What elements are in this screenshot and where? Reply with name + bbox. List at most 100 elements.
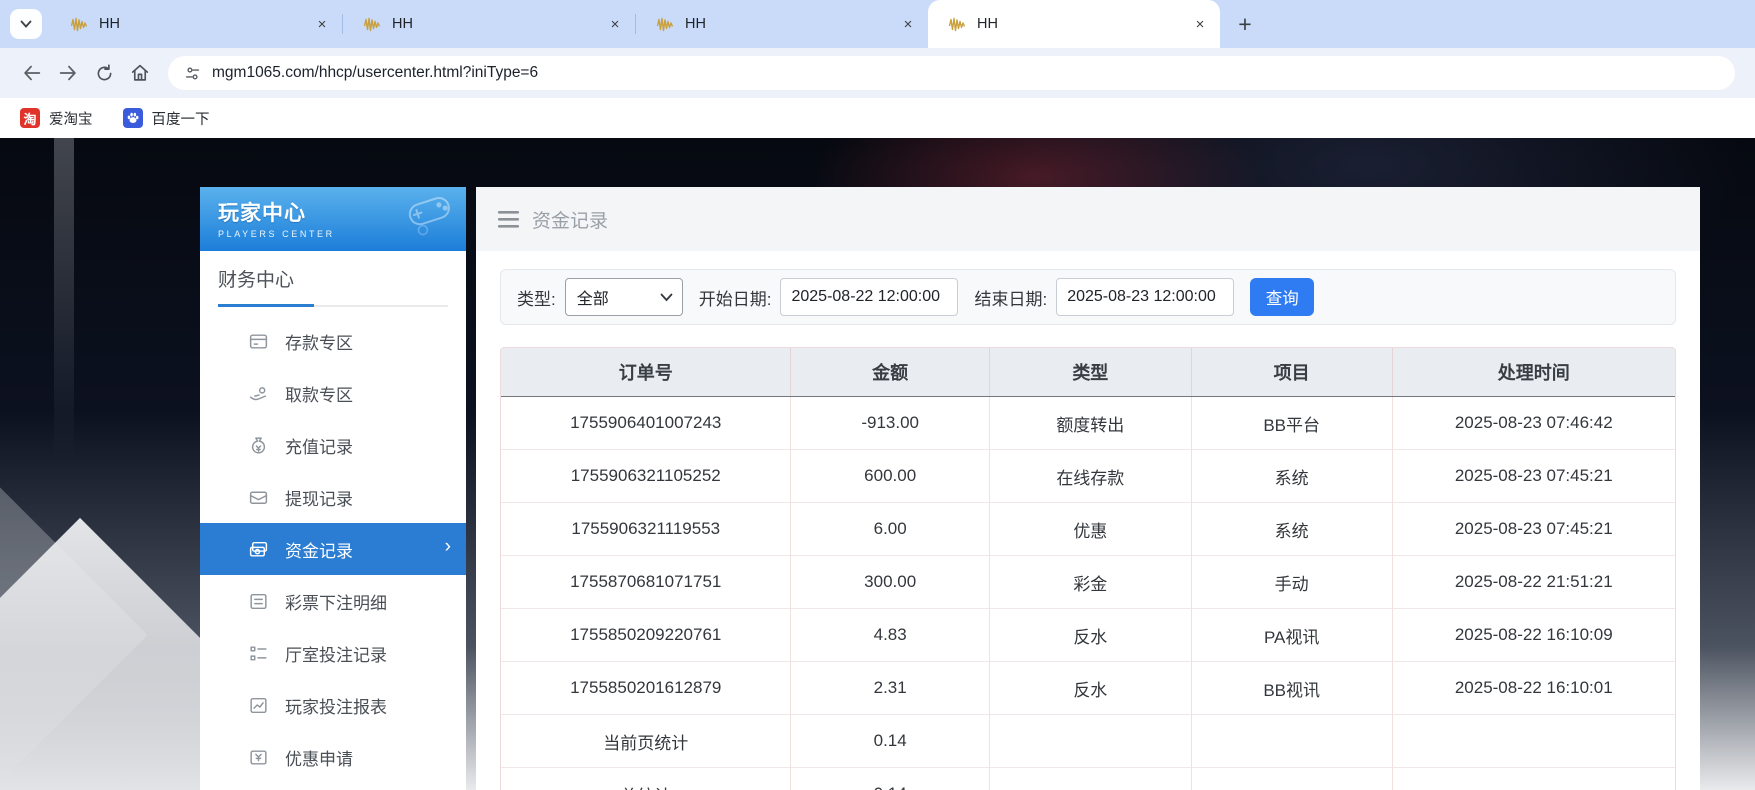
browser-tab-1[interactable]: HH× — [50, 0, 342, 48]
bookmark-baidu[interactable]: 百度一下 — [123, 108, 210, 129]
cell-item: 手动 — [1191, 556, 1392, 609]
chart-report-icon — [248, 695, 269, 716]
table-row: 1755906321105252600.00在线存款系统2025-08-23 0… — [501, 450, 1675, 503]
taobao-icon: 淘 — [20, 108, 40, 128]
home-button[interactable] — [122, 56, 158, 90]
type-select-value: 全部 — [577, 285, 609, 309]
sidebar-item-recharge-records[interactable]: 充值记录 — [200, 419, 466, 471]
forward-button[interactable] — [50, 56, 86, 90]
sidebar-item-deposit-zone[interactable]: 存款专区 — [200, 315, 466, 367]
sidebar-item-withdrawal-records[interactable]: 提现记录 — [200, 471, 466, 523]
site-favicon-icon — [363, 17, 382, 32]
cell-time: 2025-08-22 16:10:09 — [1392, 609, 1675, 662]
cell-item: PA视讯 — [1191, 609, 1392, 662]
table-row: 17558502016128792.31反水BB视讯2025-08-22 16:… — [501, 662, 1675, 715]
sidebar-item-label: 取款专区 — [285, 381, 353, 406]
site-favicon-icon — [70, 17, 89, 32]
tab-title: HH — [392, 16, 605, 32]
summary-row: 当前页统计0.14 — [501, 715, 1675, 768]
moneybag-icon — [248, 435, 269, 456]
sidebar-item-hall-bet-records[interactable]: 厅室投注记录 — [200, 627, 466, 679]
sidebar-item-label: 玩家投注报表 — [285, 693, 387, 718]
cell-item: BB平台 — [1191, 397, 1392, 450]
back-button[interactable] — [14, 56, 50, 90]
end-date-input[interactable] — [1056, 278, 1234, 316]
main-header: 资金记录 — [476, 187, 1700, 251]
cell-amount: 6.00 — [791, 503, 989, 556]
address-bar[interactable]: mgm1065.com/hhcp/usercenter.html?iniType… — [168, 56, 1735, 90]
sidebar-banner: 玩家中心 PLAYERS CENTER — [200, 187, 466, 251]
browser-toolbar: mgm1065.com/hhcp/usercenter.html?iniType… — [0, 48, 1755, 98]
bookmark-label: 爱淘宝 — [49, 108, 93, 129]
bookmark-aitaobao[interactable]: 淘 爱淘宝 — [20, 108, 93, 129]
tab-close-icon[interactable]: × — [312, 14, 332, 34]
browser-tab-3[interactable]: HH× — [636, 0, 928, 48]
filter-bar: 类型: 全部 开始日期: 结束日期: 查询 — [500, 269, 1676, 325]
sidebar-item-lottery-bet-details[interactable]: 彩票下注明细 — [200, 575, 466, 627]
sidebar-section: 财务中心 — [200, 251, 466, 307]
browser-tabs: HH×HH×HH×HH× — [50, 0, 1220, 48]
summary-row: 总统计0.14 — [501, 768, 1675, 790]
browser-tab-2[interactable]: HH× — [343, 0, 635, 48]
deposit-card-icon — [248, 331, 269, 352]
player-center-sidebar: 玩家中心 PLAYERS CENTER 财务中心 存款专区取款专区充值记录提现记… — [200, 187, 466, 790]
sidebar-item-label: 提现记录 — [285, 485, 353, 510]
cell-type: 彩金 — [989, 556, 1191, 609]
cell-time — [1392, 768, 1675, 790]
cell-type: 优惠 — [989, 503, 1191, 556]
hamburger-menu-icon[interactable] — [498, 211, 519, 228]
column-header-type: 类型 — [989, 348, 1191, 397]
tab-search-chevron-button[interactable] — [10, 9, 42, 39]
tab-title: HH — [977, 16, 1190, 32]
cell-type: 额度转出 — [989, 397, 1191, 450]
cell-order-no: 总统计 — [501, 768, 791, 790]
url-text: mgm1065.com/hhcp/usercenter.html?iniType… — [212, 64, 538, 82]
chevron-down-icon — [19, 17, 33, 31]
site-favicon-icon — [656, 17, 675, 32]
page-viewport: 玩家中心 PLAYERS CENTER 财务中心 存款专区取款专区充值记录提现记… — [0, 138, 1755, 790]
sidebar-item-fund-records[interactable]: 资金记录› — [200, 523, 466, 575]
bookmark-label: 百度一下 — [152, 108, 210, 129]
search-button[interactable]: 查询 — [1250, 278, 1314, 316]
wallet-icon — [248, 487, 269, 508]
banknotes-icon — [248, 539, 269, 560]
bookmarks-bar: 淘 爱淘宝 百度一下 — [0, 98, 1755, 138]
chevron-right-icon: › — [445, 536, 451, 558]
start-date-label: 开始日期: — [699, 285, 772, 310]
new-tab-button[interactable]: + — [1230, 9, 1260, 39]
sidebar-menu: 存款专区取款专区充值记录提现记录资金记录› 彩票下注明细厅室投注记录玩家投注报表优… — [200, 315, 466, 790]
sidebar-item-label: 彩票下注明细 — [285, 589, 387, 614]
tab-close-icon[interactable]: × — [898, 14, 918, 34]
cell-type — [989, 768, 1191, 790]
tab-close-icon[interactable]: × — [1190, 14, 1210, 34]
coupon-icon — [248, 747, 269, 768]
cell-item: 系统 — [1191, 450, 1392, 503]
start-date-input[interactable] — [780, 278, 958, 316]
home-icon — [129, 62, 151, 84]
sidebar-item-label: 存款专区 — [285, 329, 353, 354]
section-underline — [218, 305, 448, 307]
sidebar-item-promo-apply[interactable]: 优惠申请 — [200, 731, 466, 783]
cell-time — [1392, 715, 1675, 768]
cell-item — [1191, 768, 1392, 790]
sidebar-item-promo-apply-records[interactable]: 优惠申请记录 — [200, 783, 466, 790]
chevron-down-icon — [660, 293, 673, 302]
cell-type: 在线存款 — [989, 450, 1191, 503]
sidebar-item-player-bet-report[interactable]: 玩家投注报表 — [200, 679, 466, 731]
table-row: 1755906401007243-913.00额度转出BB平台2025-08-2… — [501, 397, 1675, 450]
tab-close-icon[interactable]: × — [605, 14, 625, 34]
reload-button[interactable] — [86, 56, 122, 90]
cell-item: BB视讯 — [1191, 662, 1392, 715]
site-favicon-icon — [948, 17, 967, 32]
sidebar-item-withdraw-zone[interactable]: 取款专区 — [200, 367, 466, 419]
cell-item: 系统 — [1191, 503, 1392, 556]
grid-list-icon — [248, 643, 269, 664]
main-panel: 资金记录 类型: 全部 开始日期: 结束日期: 查询 订单号金额类型项目处理时间… — [476, 187, 1700, 790]
cell-time: 2025-08-22 21:51:21 — [1392, 556, 1675, 609]
cell-order-no: 1755906321119553 — [501, 503, 791, 556]
browser-tab-4[interactable]: HH× — [928, 0, 1220, 48]
tab-title: HH — [99, 16, 312, 32]
fund-records-table: 订单号金额类型项目处理时间 1755906401007243-913.00额度转… — [500, 347, 1676, 790]
type-select[interactable]: 全部 — [565, 278, 683, 316]
receipt-list-icon — [248, 591, 269, 612]
